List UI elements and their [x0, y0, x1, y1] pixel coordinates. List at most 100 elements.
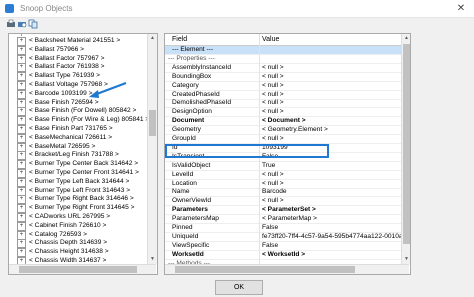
- tree-item-label: < Base Finish (For Wire & Leg) 805841 >: [29, 116, 150, 124]
- scroll-thumb[interactable]: [149, 110, 156, 136]
- field-cell: GroupId: [172, 135, 196, 142]
- tree-vertical-scrollbar[interactable]: ▲ ▼: [147, 34, 157, 264]
- grid-row[interactable]: Geometry < Geometry.Element >: [165, 126, 401, 136]
- grid-row[interactable]: --- Properties ---: [165, 55, 401, 64]
- hscroll-thumb[interactable]: [175, 266, 355, 273]
- expand-icon[interactable]: +: [17, 54, 26, 64]
- value-cell: < WorksetId >: [262, 250, 306, 258]
- field-cell: Geometry: [172, 126, 201, 134]
- expand-icon[interactable]: +: [17, 133, 26, 143]
- value-column-header[interactable]: Value: [262, 36, 279, 43]
- grid-row[interactable]: Name Barcode: [165, 188, 401, 198]
- grid-row[interactable]: IsValidObject True: [165, 162, 401, 171]
- tree-item-label: < CADworks URL 267995 >: [29, 213, 111, 220]
- print-button[interactable]: [6, 19, 16, 29]
- print-preview-icon: [18, 22, 27, 28]
- title-bar: Snoop Objects ✕: [0, 0, 474, 18]
- field-cell: IsValidObject: [172, 161, 211, 169]
- tree-item-label: < Burner Type Left Back 314644 >: [29, 177, 130, 185]
- value-cell: < null >: [262, 179, 284, 187]
- print-preview-button[interactable]: [17, 19, 27, 29]
- expand-icon[interactable]: +: [17, 142, 26, 152]
- scroll-down-icon[interactable]: ▼: [402, 255, 410, 264]
- grid-row[interactable]: --- Element ---: [165, 46, 401, 55]
- tree-horizontal-scrollbar[interactable]: [9, 264, 156, 274]
- scroll-thumb[interactable]: [403, 44, 410, 244]
- field-cell: CreatedPhaseId: [172, 90, 220, 98]
- grid-row[interactable]: UniqueId fe73ff20-7ff4-4c57-9a54-595b4774…: [165, 232, 410, 242]
- value-cell: < Document >: [262, 117, 306, 125]
- expand-icon[interactable]: +: [17, 195, 26, 205]
- scroll-down-icon[interactable]: ▼: [148, 255, 157, 264]
- expand-icon[interactable]: +: [17, 151, 26, 161]
- grid-row[interactable]: OwnerViewId < null >: [165, 197, 401, 207]
- expand-icon[interactable]: +: [17, 81, 26, 90]
- expand-icon[interactable]: +: [17, 89, 26, 99]
- grid-row[interactable]: BoundingBox < null >: [165, 73, 401, 82]
- scroll-up-icon[interactable]: ▲: [402, 34, 410, 43]
- expand-icon[interactable]: +: [17, 213, 26, 222]
- expand-icon[interactable]: +: [17, 160, 26, 170]
- tree-item-label: < Ballast Factor 761938 >: [29, 63, 105, 71]
- expand-icon[interactable]: +: [17, 169, 26, 178]
- close-button[interactable]: ✕: [454, 2, 468, 15]
- expand-icon[interactable]: +: [17, 107, 26, 117]
- expand-icon[interactable]: +: [17, 239, 26, 249]
- expand-icon[interactable]: +: [17, 221, 26, 231]
- copy-button[interactable]: [28, 19, 38, 29]
- value-cell: False: [262, 224, 279, 231]
- expand-icon[interactable]: +: [17, 98, 26, 108]
- grid-horizontal-scrollbar[interactable]: [165, 264, 409, 274]
- hscroll-thumb[interactable]: [19, 266, 137, 273]
- expand-icon[interactable]: +: [17, 230, 26, 240]
- expand-icon[interactable]: +: [17, 45, 26, 55]
- value-cell: < Geometry.Element >: [262, 126, 328, 134]
- grid-row[interactable]: LevelId < null >: [165, 171, 401, 180]
- value-cell: Barcode: [262, 188, 287, 196]
- field-cell: Category: [172, 81, 199, 89]
- value-cell: < null >: [262, 99, 284, 107]
- field-cell: WorksetId: [172, 250, 204, 258]
- expand-icon[interactable]: +: [17, 204, 26, 214]
- grid-row[interactable]: GroupId < null >: [165, 135, 401, 144]
- tree-item-label: < Burner Type Center Front 314641 >: [29, 169, 139, 176]
- grid-row[interactable]: Pinned False: [165, 224, 401, 233]
- expand-icon[interactable]: +: [17, 186, 26, 196]
- expand-icon[interactable]: +: [17, 116, 26, 126]
- tree-item-label: < Burner Type Right Front 314645 >: [29, 204, 135, 212]
- expand-icon[interactable]: +: [17, 125, 26, 134]
- value-cell: < ParameterSet >: [262, 206, 316, 214]
- expand-icon[interactable]: +: [17, 37, 26, 46]
- value-cell: fe73ff20-7ff4-4c57-9a54-595b4774aa122-00…: [262, 232, 411, 240]
- grid-row[interactable]: DemolishedPhaseId < null >: [165, 99, 401, 109]
- grid-row[interactable]: ParametersMap < ParameterMap >: [165, 215, 401, 225]
- expand-icon[interactable]: +: [17, 72, 26, 82]
- grid-row[interactable]: WorksetId < WorksetId >: [165, 251, 401, 260]
- value-cell: < null >: [262, 72, 284, 80]
- tree-item-label: < Barcode 1093199 >: [29, 89, 93, 97]
- grid-row[interactable]: Location < null >: [165, 180, 401, 189]
- field-cell: ParametersMap: [172, 215, 219, 223]
- expand-icon[interactable]: +: [17, 248, 26, 258]
- expand-icon[interactable]: +: [17, 63, 26, 73]
- grid-header: Field Value: [165, 34, 401, 46]
- field-column-header[interactable]: Field: [172, 36, 187, 43]
- value-cell: < null >: [262, 135, 284, 142]
- grid-row[interactable]: DesignOption < null >: [165, 108, 401, 118]
- field-cell: BoundingBox: [172, 72, 212, 80]
- object-tree[interactable]: + < Backsheet Material 241551 > + < Ballast…: [8, 33, 158, 275]
- field-cell: UniqueId: [172, 232, 199, 240]
- expand-icon[interactable]: +: [17, 177, 26, 187]
- tree-item-label: < Chassis Depth 314639 >: [29, 239, 108, 247]
- grid-row[interactable]: Document < Document >: [165, 117, 401, 127]
- grid-vertical-scrollbar[interactable]: ▲ ▼: [401, 34, 410, 264]
- grid-row[interactable]: ViewSpecific False: [165, 242, 401, 251]
- grid-row[interactable]: CreatedPhaseId < null >: [165, 91, 401, 100]
- grid-row[interactable]: Category < null >: [165, 82, 401, 91]
- field-cell: ViewSpecific: [172, 241, 210, 249]
- grid-row[interactable]: AssemblyInstanceId < null >: [165, 64, 401, 73]
- value-cell: < null >: [262, 63, 284, 71]
- ok-button[interactable]: OK: [215, 280, 263, 295]
- scroll-up-icon[interactable]: ▲: [148, 34, 157, 43]
- grid-row[interactable]: Parameters < ParameterSet >: [165, 206, 401, 216]
